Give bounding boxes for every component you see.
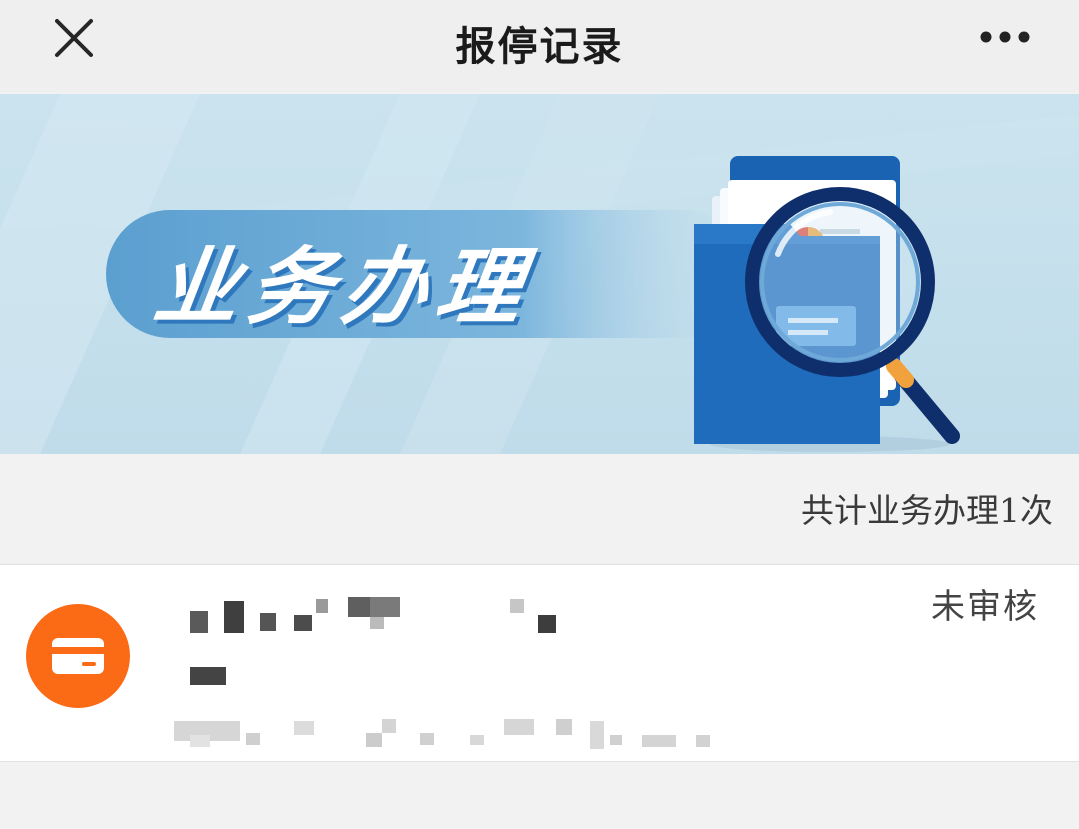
record-list-item[interactable]: 未审核 [0,564,1079,762]
more-dots-icon[interactable] [974,22,1036,52]
page-title: 报停记录 [455,24,624,70]
banner-title: 业务办理 [148,238,538,336]
top-nav-bar: 报停记录 [0,0,1079,92]
summary-bar: 共计业务办理1次 [0,454,1079,564]
status-badge: 未审核 [931,587,1039,627]
card-icon [26,604,130,708]
business-banner: 业务办理 [0,94,1079,454]
folder-magnifier-illustration [680,144,980,454]
business-count-text: 共计业务办理1次 [801,491,1053,530]
redacted-record-details [170,575,750,755]
